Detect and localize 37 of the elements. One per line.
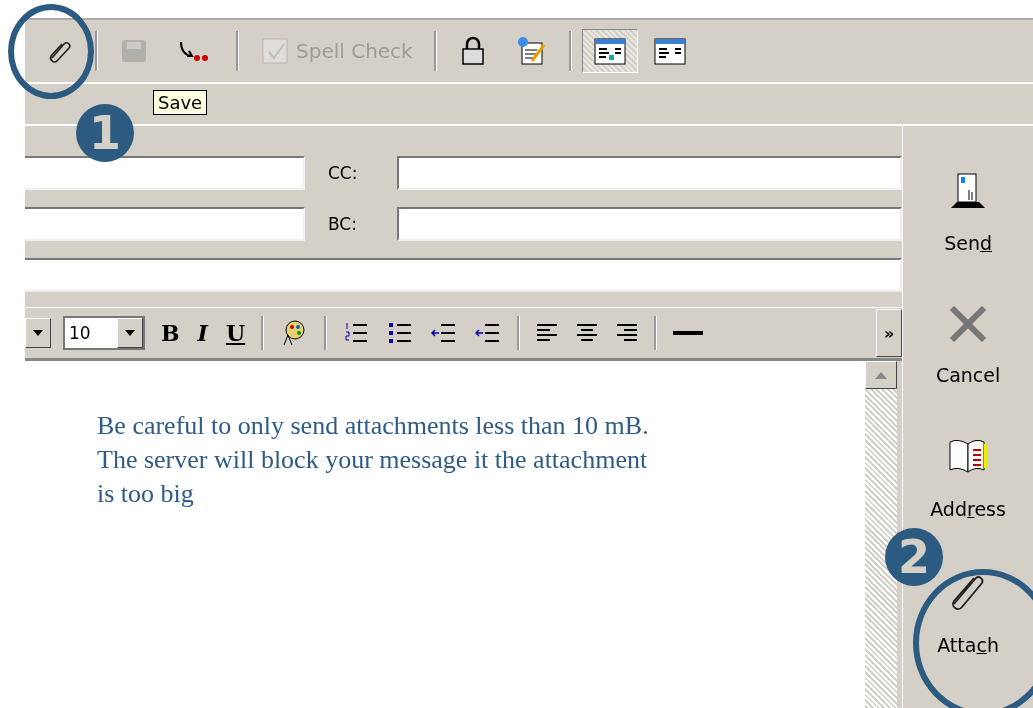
cancel-button[interactable]: Cancel — [927, 302, 1009, 390]
close-icon — [948, 306, 989, 342]
more-button[interactable]: » — [876, 309, 903, 357]
message-body[interactable]: Be careful to only send attachments less than 10 mB. The server will block your message it the attachment is too big — [25, 361, 865, 708]
cc-field[interactable] — [397, 155, 902, 190]
bc-field[interactable] — [397, 206, 902, 241]
send-button[interactable]: Send — [936, 166, 1000, 258]
tooltip: Save — [153, 90, 208, 115]
font-size-dropdown[interactable]: 10 — [63, 316, 145, 350]
subject-field[interactable] — [25, 257, 902, 292]
body-text-line: The server will block your message it the attachment — [97, 443, 649, 476]
view-button[interactable] — [581, 29, 638, 73]
italic-button[interactable]: I — [189, 316, 216, 350]
align-icon — [536, 323, 559, 343]
from-field[interactable] — [25, 206, 305, 241]
indent-icon — [475, 321, 502, 345]
bold-button[interactable]: B — [153, 316, 188, 350]
caret-icon — [125, 330, 135, 336]
body-text-line: is too big — [97, 477, 195, 510]
indent-icon — [431, 321, 458, 345]
caret-icon — [33, 330, 43, 336]
caret-up-icon — [875, 371, 887, 379]
body-text-line: Be careful to only send attachments less than 10 mB. — [97, 410, 650, 442]
window-layout-icon — [592, 36, 627, 66]
window-layout-icon — [652, 36, 687, 66]
dropdown-button[interactable] — [25, 318, 51, 348]
underline-button[interactable]: U — [217, 316, 254, 350]
numbered-list-icon — [343, 321, 370, 345]
field-label: CC: — [327, 162, 359, 183]
field-label: BC: — [327, 213, 358, 234]
spell-check-icon — [260, 36, 290, 66]
align-icon — [576, 323, 599, 343]
bullet-list-icon — [387, 321, 414, 345]
to-field[interactable] — [25, 155, 305, 190]
align-icon — [616, 323, 639, 343]
address-button[interactable]: Address — [922, 434, 1014, 524]
scroll-up-button[interactable] — [865, 361, 897, 389]
